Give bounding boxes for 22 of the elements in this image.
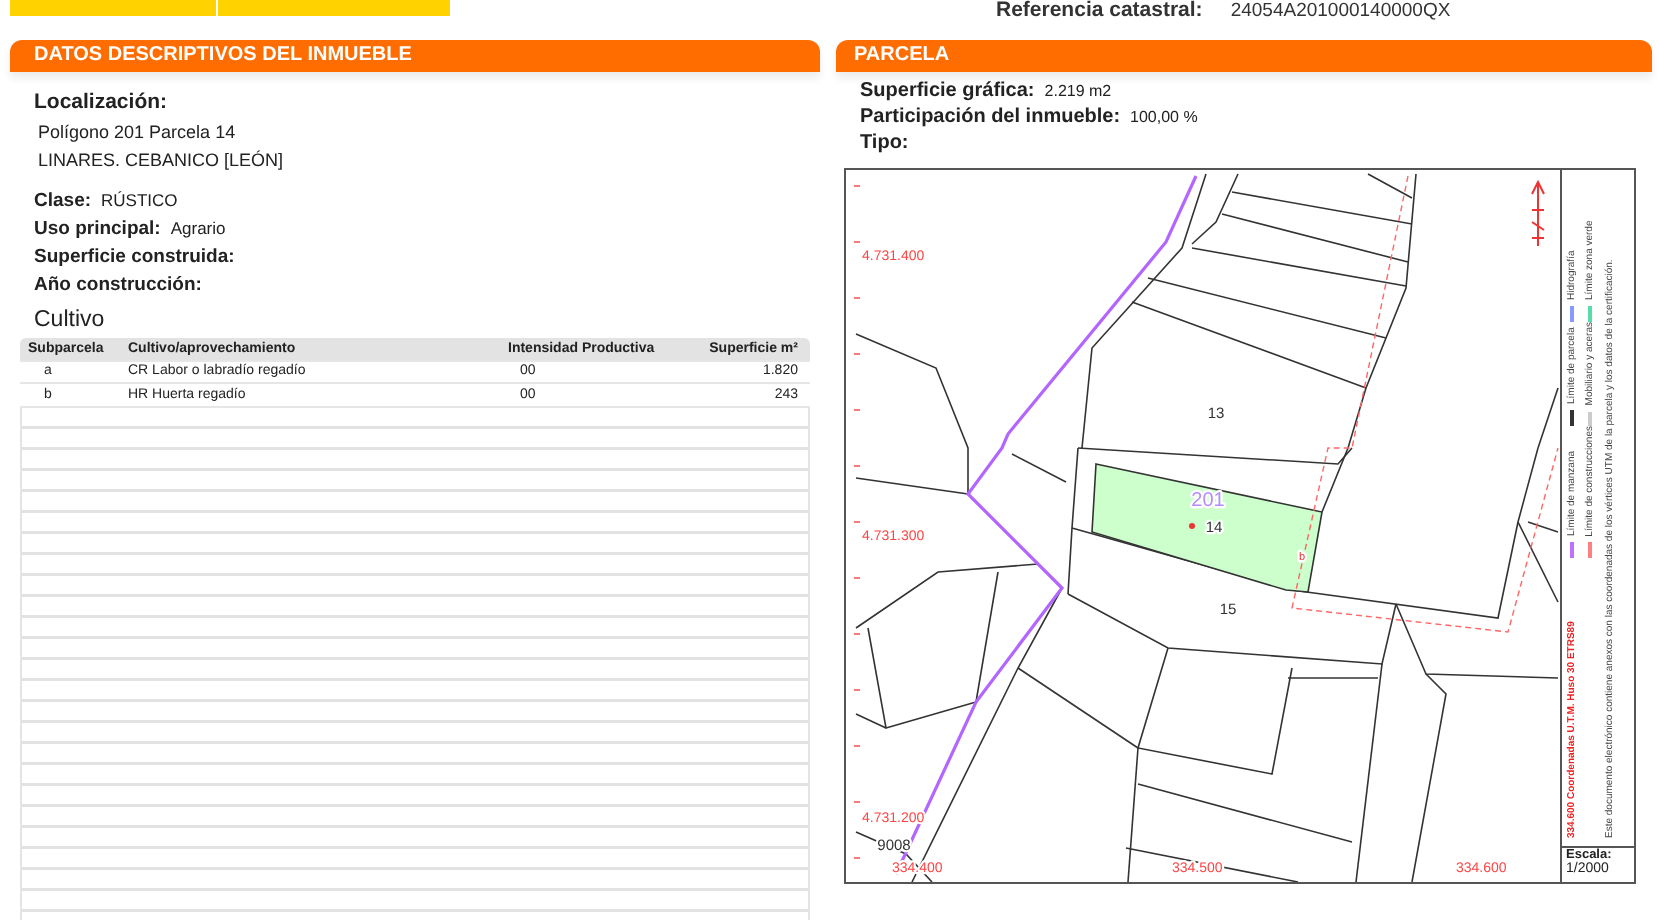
field-value: RÚSTICO [101,190,178,210]
field-label: Uso principal: [34,218,161,240]
field-label: Clase: [34,190,92,212]
address-line: LINARES. CEBANICO [LEÓN] [38,150,284,170]
parcel-point-icon [1189,523,1195,529]
field-label: Superficie construida: [34,246,235,268]
field-value: 100,00 % [1130,108,1198,126]
field-value: Agrario [170,218,226,238]
field-label: Tipo: [860,132,909,154]
section-header: DATOS DESCRIPTIVOS DEL INMUEBLE [10,40,820,72]
field-label: Localización: [34,90,168,114]
section-header: PARCELA [836,40,1652,72]
reference-value: 24054A201000140000QX [1230,0,1451,22]
north-arrow-icon [1531,179,1545,247]
address-line: Polígono 201 Parcela 14 [38,122,236,142]
field-label: Superficie gráfica: [860,80,1035,102]
reference-label: Referencia catastral: [996,0,1203,22]
polygon-number: 201 [1191,490,1225,512]
section-title: Cultivo [34,308,105,332]
field-value: 2.219 m2 [1044,82,1112,100]
field-label: Año construcción: [34,274,202,296]
field-label: Participación del inmueble: [860,106,1121,128]
